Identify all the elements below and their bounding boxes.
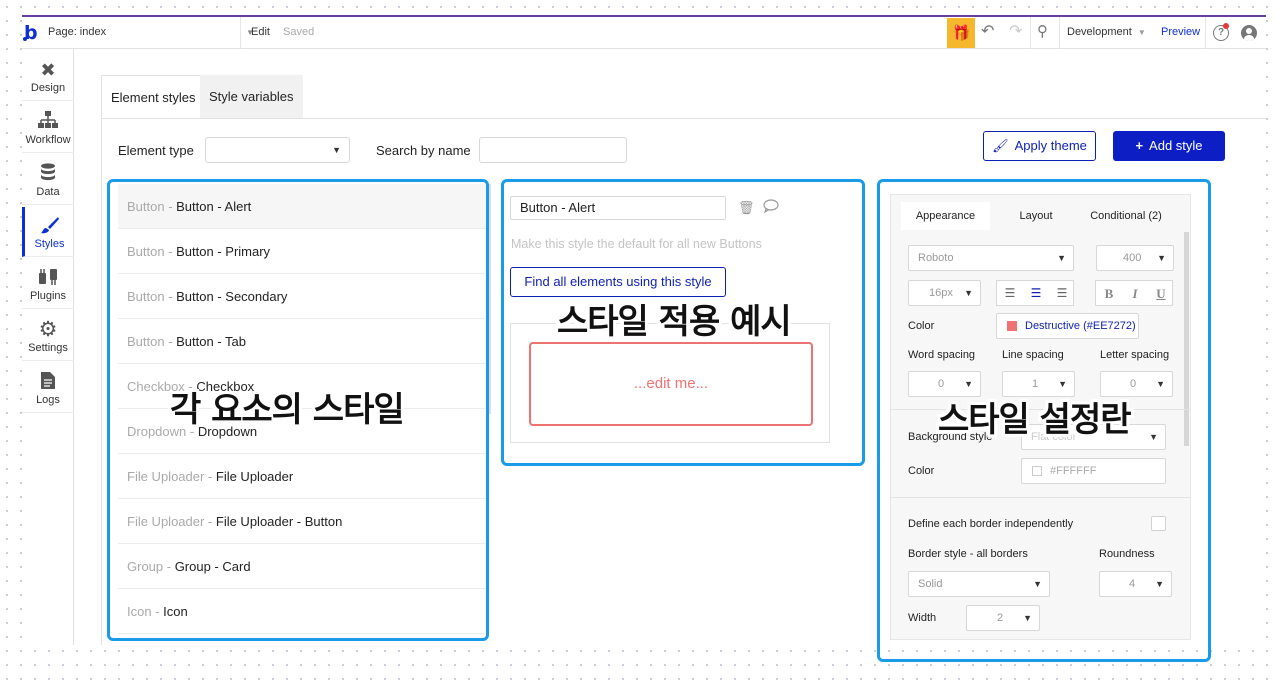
workflow-icon xyxy=(22,111,74,133)
sidebar-item-data[interactable]: Data xyxy=(22,155,74,205)
save-status: Saved xyxy=(283,26,315,38)
data-icon xyxy=(22,163,74,185)
caption-settings: 스타일 설정란 xyxy=(938,400,1132,440)
divider xyxy=(240,17,241,49)
environment-selector[interactable]: Development ▼ xyxy=(1067,26,1146,38)
brush-icon xyxy=(25,215,74,237)
sidebar-item-styles[interactable]: Styles xyxy=(22,207,74,257)
sidebar-item-plugins[interactable]: Plugins xyxy=(22,259,74,309)
tab-element-styles[interactable]: Element styles xyxy=(101,75,206,119)
design-icon: ✖ xyxy=(40,60,56,80)
add-style-label: Add style xyxy=(1149,138,1203,153)
sidebar-item-settings[interactable]: ⚙ Settings xyxy=(22,311,74,361)
divider xyxy=(1205,17,1206,49)
apply-theme-button[interactable]: 🖌 Apply theme xyxy=(983,131,1096,161)
element-type-label: Element type xyxy=(118,143,194,158)
gift-button[interactable]: 🎁 xyxy=(947,18,975,48)
bubble-logo[interactable]: b xyxy=(23,23,38,43)
divider xyxy=(1030,17,1031,49)
sidebar-item-label: Settings xyxy=(28,342,68,354)
sidebar-item-label: Design xyxy=(30,82,66,94)
chevron-down-icon: ▼ xyxy=(1137,28,1146,37)
edit-menu[interactable]: Edit xyxy=(251,26,270,38)
divider xyxy=(1059,17,1060,49)
environment-label: Development xyxy=(1067,26,1132,38)
plus-icon: + xyxy=(1135,138,1144,153)
element-type-select[interactable]: ▼ xyxy=(205,137,350,163)
gear-icon: ⚙ xyxy=(38,318,58,341)
sidebar: ✖ Design Workflow Data Styles Plugins ⚙ … xyxy=(22,49,74,645)
caption-style-list: 각 요소의 스타일 xyxy=(170,390,405,430)
sidebar-item-label: Styles xyxy=(34,238,65,250)
sidebar-item-label: Workflow xyxy=(25,134,71,146)
search-by-name-input[interactable] xyxy=(479,137,627,163)
add-style-button[interactable]: + Add style xyxy=(1113,131,1225,161)
undo-icon[interactable]: ↶ xyxy=(981,24,994,40)
user-avatar-icon[interactable] xyxy=(1241,25,1257,41)
sidebar-item-design[interactable]: ✖ Design xyxy=(22,51,74,101)
sidebar-item-logs[interactable]: Logs xyxy=(22,363,74,413)
search-icon[interactable]: ⚲ xyxy=(1037,24,1048,40)
sidebar-item-label: Plugins xyxy=(29,290,67,302)
sidebar-item-label: Data xyxy=(36,186,60,198)
page-selector[interactable]: Page: index ▼ xyxy=(48,26,254,38)
notification-dot xyxy=(1223,23,1229,29)
sidebar-item-label: Logs xyxy=(36,394,60,406)
sidebar-item-workflow[interactable]: Workflow xyxy=(22,103,74,153)
page-selector-label: Page: index xyxy=(48,26,107,38)
top-bar: b Page: index ▼ Edit Saved 🎁 ↶ ↷ ⚲ Devel… xyxy=(22,17,1266,49)
redo-icon[interactable]: ↷ xyxy=(1009,24,1022,40)
apply-theme-label: Apply theme xyxy=(1014,138,1087,153)
caption-preview: 스타일 적용 예시 xyxy=(557,302,792,342)
brush-icon: 🖌 xyxy=(992,138,1009,153)
gift-icon: 🎁 xyxy=(951,25,971,42)
chevron-down-icon: ▼ xyxy=(332,145,341,155)
preview-link[interactable]: Preview xyxy=(1161,26,1200,38)
document-icon xyxy=(22,371,74,393)
tab-style-variables[interactable]: Style variables xyxy=(200,75,303,119)
plug-icon xyxy=(22,267,74,289)
search-by-name-label: Search by name xyxy=(376,143,471,158)
